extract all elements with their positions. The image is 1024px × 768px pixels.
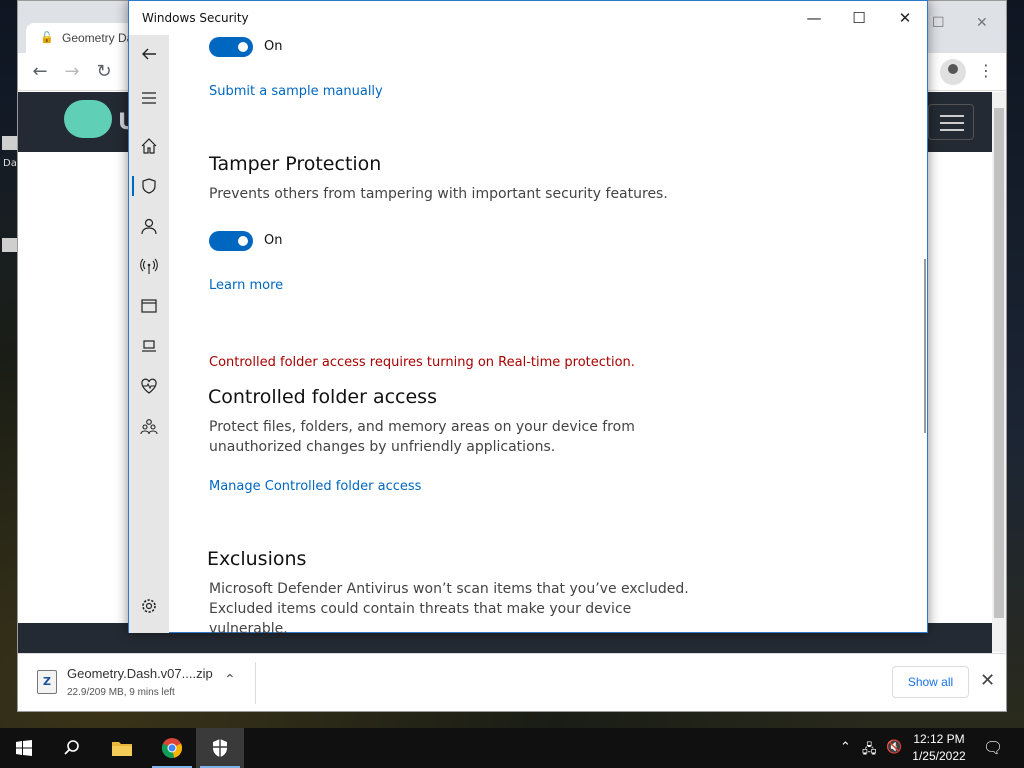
- network-icon[interactable]: [129, 251, 169, 281]
- file-explorer-icon[interactable]: [98, 728, 146, 768]
- real-time-protection-toggle[interactable]: [209, 37, 253, 57]
- navigation-sidebar: [129, 35, 169, 633]
- minimize-icon[interactable]: —: [799, 7, 829, 29]
- download-bar: Z Geometry.Dash.v07....zip 22.9/209 MB, …: [18, 653, 1006, 711]
- toggle-state-label: On: [264, 39, 283, 54]
- menu-icon[interactable]: [129, 83, 169, 113]
- site-hamburger-icon[interactable]: [928, 104, 974, 140]
- family-icon[interactable]: [129, 411, 169, 441]
- forward-arrow-icon[interactable]: →: [61, 61, 83, 83]
- desktop-shortcut-icon[interactable]: [2, 238, 18, 252]
- download-status: 22.9/209 MB, 9 mins left: [67, 687, 175, 698]
- browser-tab[interactable]: 🔓 Geometry Da: [26, 23, 141, 53]
- windows-security-taskbar-icon[interactable]: [196, 728, 244, 768]
- home-icon[interactable]: [129, 131, 169, 161]
- tamper-protection-toggle[interactable]: [209, 231, 253, 251]
- back-icon[interactable]: [129, 39, 169, 69]
- learn-more-link[interactable]: Learn more: [209, 278, 283, 293]
- window-titlebar[interactable]: Windows Security — ☐ ✕: [129, 1, 927, 35]
- security-settings-content: On Submit a sample manually Tamper Prote…: [169, 35, 921, 633]
- volume-muted-icon[interactable]: 🔇: [886, 740, 902, 755]
- health-icon[interactable]: [129, 371, 169, 401]
- back-arrow-icon[interactable]: ←: [29, 61, 51, 83]
- desktop-shortcut-icon[interactable]: [2, 136, 18, 150]
- toggle-state-label: On: [264, 233, 283, 248]
- download-file-name[interactable]: Geometry.Dash.v07....zip: [67, 666, 213, 681]
- browser-maximize-icon[interactable]: ☐: [932, 15, 945, 31]
- show-all-button[interactable]: Show all: [892, 666, 969, 698]
- network-tray-icon[interactable]: 🖧: [862, 740, 877, 762]
- desktop-shortcut-label: Da: [3, 158, 17, 169]
- browser-close-icon[interactable]: ✕: [976, 15, 988, 31]
- controlled-folder-description: Protect files, folders, and memory areas…: [209, 419, 635, 455]
- controlled-folder-heading: Controlled folder access: [208, 386, 437, 408]
- window-title: Windows Security: [142, 11, 249, 25]
- taskbar-clock[interactable]: 12:12 PM 1/25/2022: [908, 731, 970, 765]
- search-icon[interactable]: [48, 728, 96, 768]
- account-icon[interactable]: [129, 211, 169, 241]
- tamper-protection-heading: Tamper Protection: [209, 153, 382, 175]
- reload-icon[interactable]: ↻: [93, 61, 115, 83]
- windows-security-window: Windows Security — ☐ ✕ On Submit a sampl…: [128, 0, 928, 633]
- shield-icon[interactable]: [129, 171, 169, 201]
- clock-time: 12:12 PM: [913, 732, 965, 746]
- close-icon[interactable]: ✕: [980, 670, 995, 691]
- exclusions-description: Microsoft Defender Antivirus won’t scan …: [209, 581, 689, 633]
- browser-menu-icon[interactable]: ⋮: [978, 61, 994, 80]
- maximize-icon[interactable]: ☐: [844, 7, 874, 29]
- app-browser-icon[interactable]: [129, 291, 169, 321]
- lock-favicon-icon: 🔓: [40, 31, 54, 44]
- settings-icon[interactable]: [129, 591, 169, 621]
- tamper-protection-description: Prevents others from tampering with impo…: [209, 186, 668, 202]
- content-scrollbar[interactable]: [924, 259, 926, 433]
- device-icon[interactable]: [129, 331, 169, 361]
- scrollbar-thumb[interactable]: [994, 108, 1004, 618]
- clock-date: 1/25/2022: [912, 749, 966, 763]
- taskbar: ⌃ 🖧 🔇 12:12 PM 1/25/2022 🗨: [0, 728, 1024, 768]
- notification-icon[interactable]: 🗨: [983, 738, 1003, 757]
- page-scrollbar[interactable]: [992, 92, 1006, 652]
- tray-chevron-up-icon[interactable]: ⌃: [840, 740, 851, 755]
- exclusions-heading: Exclusions: [207, 548, 307, 570]
- submit-sample-link[interactable]: Submit a sample manually: [209, 84, 383, 99]
- site-logo-icon[interactable]: [64, 100, 112, 138]
- profile-avatar-icon[interactable]: [940, 59, 966, 85]
- chevron-up-icon[interactable]: ⌃: [224, 672, 236, 688]
- chrome-icon[interactable]: [148, 728, 196, 768]
- windows-start-icon[interactable]: [0, 728, 48, 768]
- controlled-folder-warning: Controlled folder access requires turnin…: [209, 355, 635, 370]
- close-icon[interactable]: ✕: [890, 7, 920, 29]
- zip-file-icon: Z: [37, 670, 57, 694]
- manage-controlled-folder-link[interactable]: Manage Controlled folder access: [209, 479, 421, 494]
- divider: [255, 662, 256, 704]
